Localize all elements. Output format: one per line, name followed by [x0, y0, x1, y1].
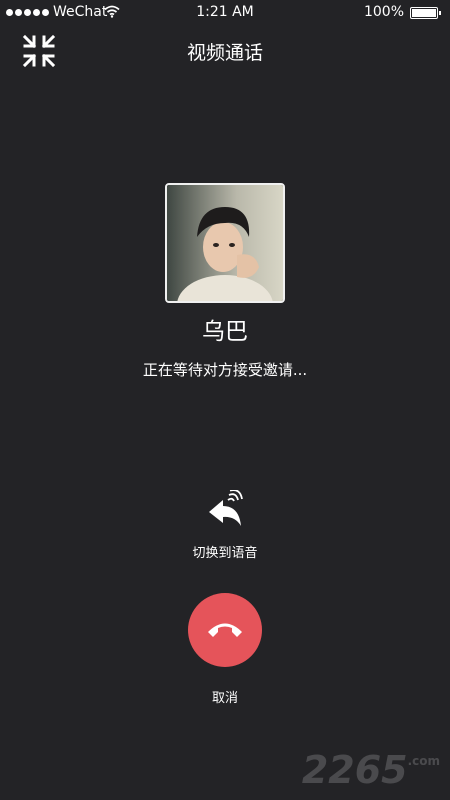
status-bar: WeChat 1:21 AM 100%	[0, 0, 450, 26]
switch-to-voice-button[interactable]: 切换到语音	[175, 490, 275, 565]
call-status-text: 正在等待对方接受邀请...	[142, 361, 308, 379]
watermark-text: 2265	[301, 748, 408, 792]
battery-percent: 100%	[363, 4, 404, 20]
battery-icon	[410, 7, 441, 19]
hangup-button[interactable]	[188, 593, 262, 667]
reply-arrow-icon	[209, 490, 243, 526]
phone-hangup-icon	[208, 623, 242, 637]
switch-to-voice-label: 切换到语音	[192, 546, 258, 561]
page-title: 视频通话	[186, 42, 263, 64]
watermark-logo: 2265.com	[302, 748, 440, 792]
caller-name: 乌巴	[202, 319, 248, 345]
watermark-suffix: .com	[407, 754, 440, 768]
cancel-label: 取消	[211, 691, 238, 706]
avatar	[165, 183, 285, 303]
